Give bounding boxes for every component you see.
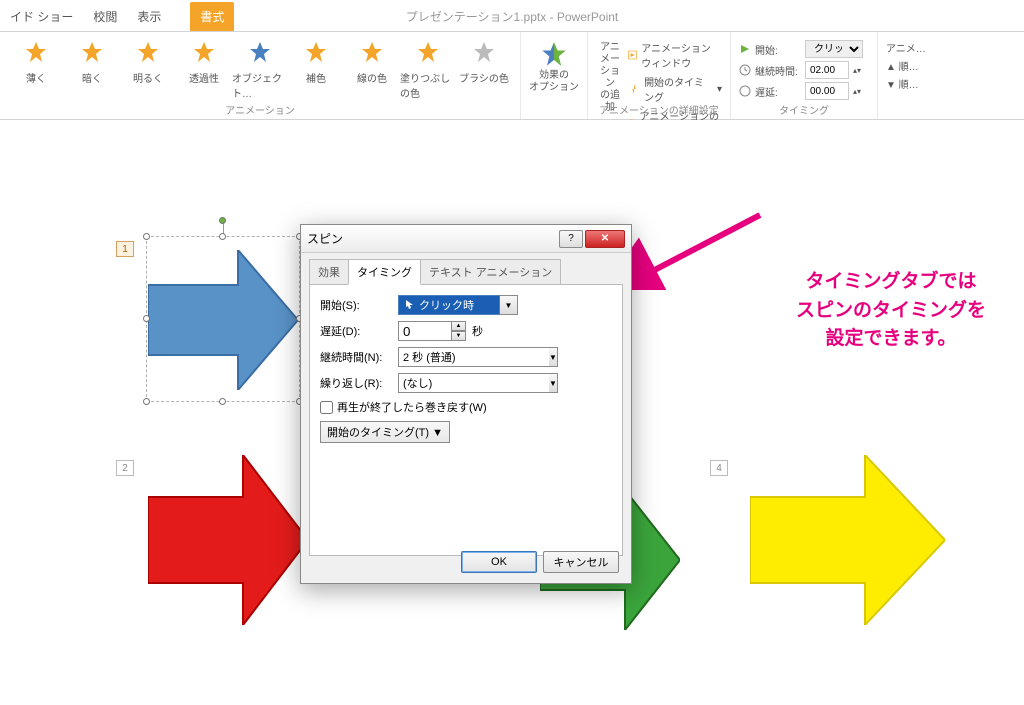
ribbon-tabs-bar: イド ショー 校閲 表示 描画ツール 書式 プレゼンテーション1.pptx - … [0,0,1024,32]
gallery-effect-1[interactable]: 暗く [64,36,120,103]
options-group: 効果の オプション [521,32,588,119]
arrow-shape-yellow[interactable] [750,455,945,625]
field-delay-unit: 秒 [472,323,483,339]
timing-group: 開始:クリック時 継続時間:▴▾ 遅延:▴▾ タイミング [731,32,878,119]
cancel-button[interactable]: キャンセル [543,551,619,573]
timing-duration-input[interactable] [805,61,849,79]
rewind-checkbox[interactable] [320,401,333,414]
group-label-animation: アニメーション [0,102,520,117]
annotation-text: タイミングタブでは スピンのタイミングを 設定できます。 [796,268,986,354]
gallery-effect-5[interactable]: 補色 [288,36,344,103]
field-duration-label: 継続時間(N): [320,349,398,365]
field-repeat-combo[interactable]: ▼ [398,373,518,393]
trigger-button[interactable]: 開始のタイミング ▾ [628,74,722,104]
dialog-title-text: スピン [307,230,557,247]
dialog-help-button[interactable]: ? [559,230,583,248]
effect-options-button[interactable]: 効果の オプション [529,36,579,103]
mouse-icon [403,299,415,311]
tab-view[interactable]: 表示 [127,2,171,31]
rewind-label: 再生が終了したら巻き戻す(W) [337,399,487,415]
reorder-anim-label: アニメ… [886,40,1016,55]
chevron-down-icon[interactable]: ▼ [549,347,558,367]
gallery-effect-4[interactable]: オブジェクト… [232,36,288,103]
field-duration-combo[interactable]: ▼ [398,347,518,367]
chevron-down-icon[interactable]: ▼ [549,373,558,393]
gallery-effect-6[interactable]: 線の色 [344,36,400,103]
ok-button[interactable]: OK [461,551,537,573]
timing-delay-input[interactable] [805,82,849,100]
chevron-down-icon[interactable]: ▼ [500,295,518,315]
animation-pane-button[interactable]: アニメーション ウィンドウ [628,40,722,70]
move-earlier-button[interactable]: ▲ 順… [886,58,1016,73]
dialog-tabs: 効果 タイミング テキスト アニメーション [301,253,631,284]
field-start-combo[interactable]: クリック時 ▼ [398,295,518,315]
selection-box[interactable] [146,236,300,402]
animation-gallery-group: 薄く暗く明るく透過性オブジェクト…補色線の色塗りつぶしの色ブラシの色 アニメーシ… [0,32,521,119]
spin-dialog: スピン ? ✕ 効果 タイミング テキスト アニメーション 開始(S): クリッ… [300,224,632,584]
gallery-effect-7[interactable]: 塗りつぶしの色 [400,36,456,103]
anim-order-tag-2[interactable]: 2 [116,460,134,476]
dialog-titlebar[interactable]: スピン ? ✕ [301,225,631,253]
field-delay-spinner[interactable]: ▲▼ [398,321,466,341]
group-label-timing: タイミング [731,102,877,117]
dialog-tab-effect[interactable]: 効果 [309,259,349,284]
trigger-dropdown-button[interactable]: 開始のタイミング(T) ▼ [320,421,450,443]
gallery-effect-3[interactable]: 透過性 [176,36,232,103]
annotation-arrow-icon [630,210,770,290]
dialog-pane: 開始(S): クリック時 ▼ 遅延(D): ▲▼ 秒 継続時間(N): ▼ 繰り… [309,284,623,556]
gallery-effect-8[interactable]: ブラシの色 [456,36,512,103]
reorder-group: アニメ… ▲ 順… ▼ 順… [878,32,1024,119]
field-repeat-label: 繰り返し(R): [320,375,398,391]
dialog-tab-text-animation[interactable]: テキスト アニメーション [420,259,561,284]
field-delay-label: 遅延(D): [320,323,398,339]
tab-review[interactable]: 校閲 [83,2,127,31]
field-start-label: 開始(S): [320,297,398,313]
advanced-animation-group: + アニメーション の追加 アニメーション ウィンドウ 開始のタイミング ▾ ア… [588,32,731,119]
anim-order-tag-1[interactable]: 1 [116,241,134,257]
dialog-tab-timing[interactable]: タイミング [348,259,421,285]
group-label-advanced: アニメーションの詳細設定 [588,102,730,117]
gallery-effect-0[interactable]: 薄く [8,36,64,103]
tab-slideshow[interactable]: イド ショー [0,2,83,31]
tab-format[interactable]: 書式 [190,2,234,31]
ribbon-body: 薄く暗く明るく透過性オブジェクト…補色線の色塗りつぶしの色ブラシの色 アニメーシ… [0,32,1024,120]
gallery-effect-2[interactable]: 明るく [120,36,176,103]
dialog-close-button[interactable]: ✕ [585,230,625,248]
window-title: プレゼンテーション1.pptx - PowerPoint [406,8,618,25]
arrow-shape-red[interactable] [148,455,308,625]
timing-start-select[interactable]: クリック時 [805,40,863,58]
anim-order-tag-4[interactable]: 4 [710,460,728,476]
add-animation-button[interactable]: + アニメーション の追加 [596,36,624,103]
move-later-button[interactable]: ▼ 順… [886,76,1016,91]
